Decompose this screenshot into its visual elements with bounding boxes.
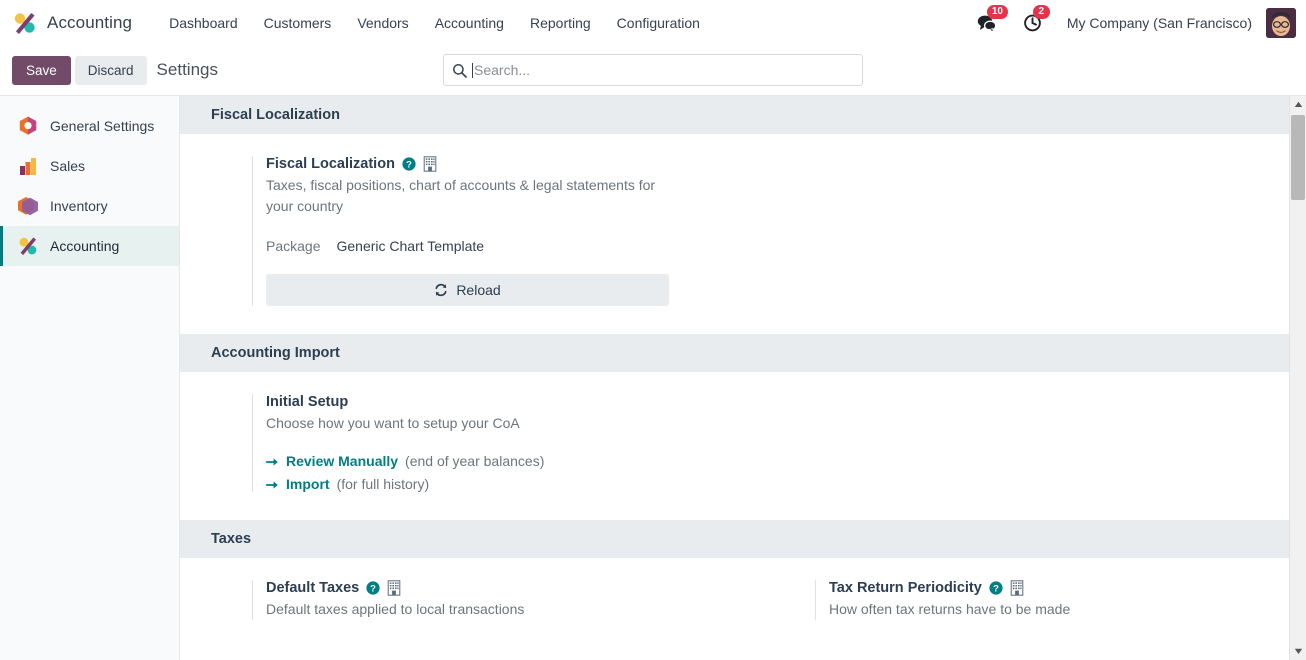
question-mark-icon[interactable]: ? [989,581,1003,595]
caret-down-icon [1294,648,1303,654]
caret-up-icon [1294,101,1303,107]
package-label: Package [266,237,321,254]
link-row-import: Import (for full history) [265,475,662,492]
brand[interactable]: Accounting [12,10,132,36]
sidebar-item-sales[interactable]: Sales [0,146,179,186]
sidebar-item-label: Accounting [50,238,120,254]
setting-description: Default taxes applied to local transacti… [266,600,525,617]
setting-tax-return-periodicity: Tax Return Periodicity ? How often tax r… [815,579,1225,621]
settings-hexagon-icon [17,115,39,137]
inventory-hexagon-icon [17,195,39,217]
search-box[interactable] [443,54,863,86]
svg-text:?: ? [406,160,412,171]
nav-item-accounting[interactable]: Accounting [422,9,517,37]
setting-description: Choose how you want to setup your CoA [266,414,520,431]
reload-button[interactable]: Reload [266,273,669,306]
search-icon [452,63,467,78]
save-button[interactable]: Save [12,55,71,85]
question-mark-icon[interactable]: ? [402,157,416,171]
content-scrollbar[interactable] [1289,96,1306,660]
settings-content: Fiscal Localization Fiscal Localization … [180,96,1306,660]
scroll-down-button[interactable] [1290,643,1306,660]
setting-title: Tax Return Periodicity [829,579,982,596]
review-manually-note: (end of year balances) [405,452,545,469]
sidebar-item-inventory[interactable]: Inventory [0,186,179,226]
import-link[interactable]: Import [286,476,330,492]
setting-initial-setup: Initial Setup Choose how you want to set… [252,393,662,492]
scrollbar-thumb[interactable] [1291,115,1305,200]
sidebar-item-label: Inventory [50,198,108,214]
setting-description: Taxes, fiscal positions, chart of accoun… [266,177,656,215]
svg-text:?: ? [370,583,376,594]
navbar-right: 10 2 My Company (San Francisco) [975,0,1296,45]
section-header-accounting-import: Accounting Import [180,333,1306,372]
arrow-right-icon [265,478,279,490]
setting-title: Fiscal Localization [266,156,395,172]
question-mark-icon[interactable]: ? [366,581,380,595]
brand-name: Accounting [47,12,133,32]
user-avatar[interactable] [1266,7,1296,38]
nav-item-configuration[interactable]: Configuration [604,9,713,37]
accounting-percent-icon [17,235,39,257]
settings-sidebar: General Settings Sales Inventory Account… [0,96,180,660]
discard-button[interactable]: Discard [74,55,147,85]
top-navbar: Accounting Dashboard Customers Vendors A… [0,0,1306,45]
nav-item-vendors[interactable]: Vendors [344,9,421,37]
package-value[interactable]: Generic Chart Template [336,238,484,254]
bar-chart-icon [17,155,39,177]
link-row-review-manually: Review Manually (end of year balances) [265,452,662,469]
section-body-fiscal-localization: Fiscal Localization ? Taxes, fiscal posi… [180,134,1306,334]
refresh-icon [434,283,448,297]
search-input[interactable] [474,62,854,78]
search-text-caret [472,62,473,78]
sidebar-item-general-settings[interactable]: General Settings [0,106,179,146]
sidebar-item-label: General Settings [50,118,155,134]
building-icon [1010,580,1024,596]
review-manually-link[interactable]: Review Manually [286,453,398,469]
arrow-right-icon [265,455,279,467]
import-note: (for full history) [336,475,430,492]
accounting-percent-logo-icon [12,10,38,36]
nav-item-reporting[interactable]: Reporting [517,9,604,37]
reload-label: Reload [456,281,501,298]
page-title: Settings [156,60,218,79]
nav-item-dashboard[interactable]: Dashboard [156,9,251,37]
section-body-accounting-import: Initial Setup Choose how you want to set… [180,371,1306,520]
building-icon [423,156,437,172]
activities-button[interactable]: 2 [1021,4,1050,35]
messages-badge: 10 [986,4,1008,19]
scroll-up-button[interactable] [1290,96,1306,113]
package-row: Package Generic Chart Template [266,238,662,254]
setting-description: How often tax returns have to be made [829,600,1071,617]
sidebar-item-accounting[interactable]: Accounting [0,226,179,266]
setting-fiscal-localization: Fiscal Localization ? Taxes, fiscal posi… [252,156,669,306]
messages-button[interactable]: 10 [975,4,1008,35]
setting-title: Initial Setup [266,393,349,410]
svg-text:?: ? [993,583,999,594]
building-icon [387,580,401,596]
company-switcher[interactable]: My Company (San Francisco) [1067,15,1252,31]
section-header-fiscal-localization: Fiscal Localization [180,96,1306,134]
section-body-taxes: Default Taxes ? Default taxes applied to… [180,557,1306,649]
section-header-taxes: Taxes [180,519,1306,558]
setting-default-taxes: Default Taxes ? Default taxes applied to… [252,579,662,621]
setting-title: Default Taxes [266,579,360,596]
nav-menu: Dashboard Customers Vendors Accounting R… [156,9,713,37]
nav-item-customers[interactable]: Customers [251,9,345,37]
sidebar-item-label: Sales [50,158,86,174]
settings-body: General Settings Sales Inventory Account… [0,96,1306,660]
activities-badge: 2 [1032,4,1050,19]
